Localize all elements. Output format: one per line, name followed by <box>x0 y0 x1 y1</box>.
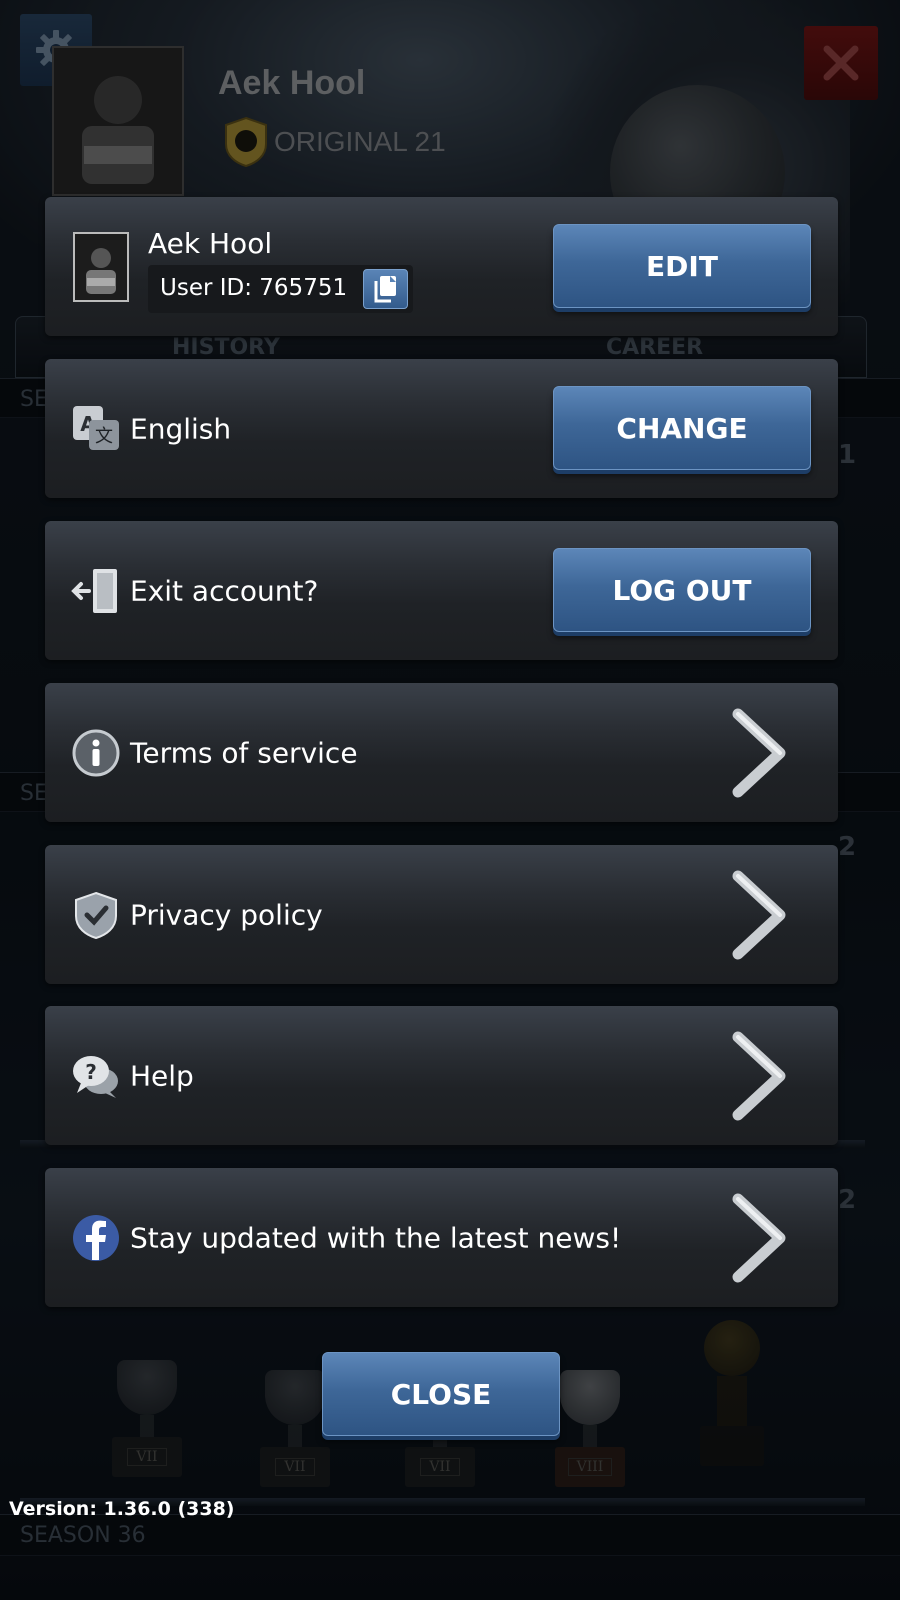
help-bubble-icon: ? <box>71 1051 121 1101</box>
chevron-right-icon <box>732 1031 786 1120</box>
copy-icon <box>374 276 396 303</box>
privacy-policy-row[interactable]: Privacy policy <box>45 845 838 984</box>
version-text: Version: 1.36.0 (338) <box>9 1498 235 1520</box>
change-language-button[interactable]: CHANGE <box>553 386 811 470</box>
account-panel: Exit account? LOG OUT <box>45 521 838 660</box>
language-panel: A 文 English CHANGE <box>45 359 838 498</box>
facebook-news-row[interactable]: Stay updated with the latest news! <box>45 1168 838 1307</box>
log-out-button[interactable]: LOG OUT <box>553 548 811 632</box>
chevron-right-icon <box>732 708 786 797</box>
translate-icon: A 文 <box>71 404 121 454</box>
terms-of-service-row[interactable]: Terms of service <box>45 683 838 822</box>
user-name: Aek Hool <box>148 227 273 260</box>
exit-door-icon <box>71 566 121 616</box>
facebook-icon <box>71 1213 121 1263</box>
exit-account-label: Exit account? <box>130 574 319 607</box>
user-id: User ID: 765751 <box>160 275 348 301</box>
shield-check-icon <box>71 890 121 940</box>
privacy-label: Privacy policy <box>130 898 323 931</box>
chevron-right-icon <box>732 1193 786 1282</box>
user-avatar <box>73 232 129 302</box>
terms-label: Terms of service <box>130 736 358 769</box>
chevron-right-icon <box>732 870 786 959</box>
close-button[interactable]: CLOSE <box>322 1352 560 1436</box>
help-label: Help <box>130 1059 194 1092</box>
info-icon <box>71 728 121 778</box>
svg-text:文: 文 <box>95 426 113 447</box>
profile-panel: Aek Hool User ID: 765751 EDIT <box>45 197 838 336</box>
svg-text:?: ? <box>85 1060 97 1084</box>
edit-profile-button[interactable]: EDIT <box>553 224 811 308</box>
help-row[interactable]: ? Help <box>45 1006 838 1145</box>
copy-user-id-button[interactable] <box>363 269 408 309</box>
facebook-label: Stay updated with the latest news! <box>130 1221 622 1254</box>
language-label: English <box>130 412 232 445</box>
